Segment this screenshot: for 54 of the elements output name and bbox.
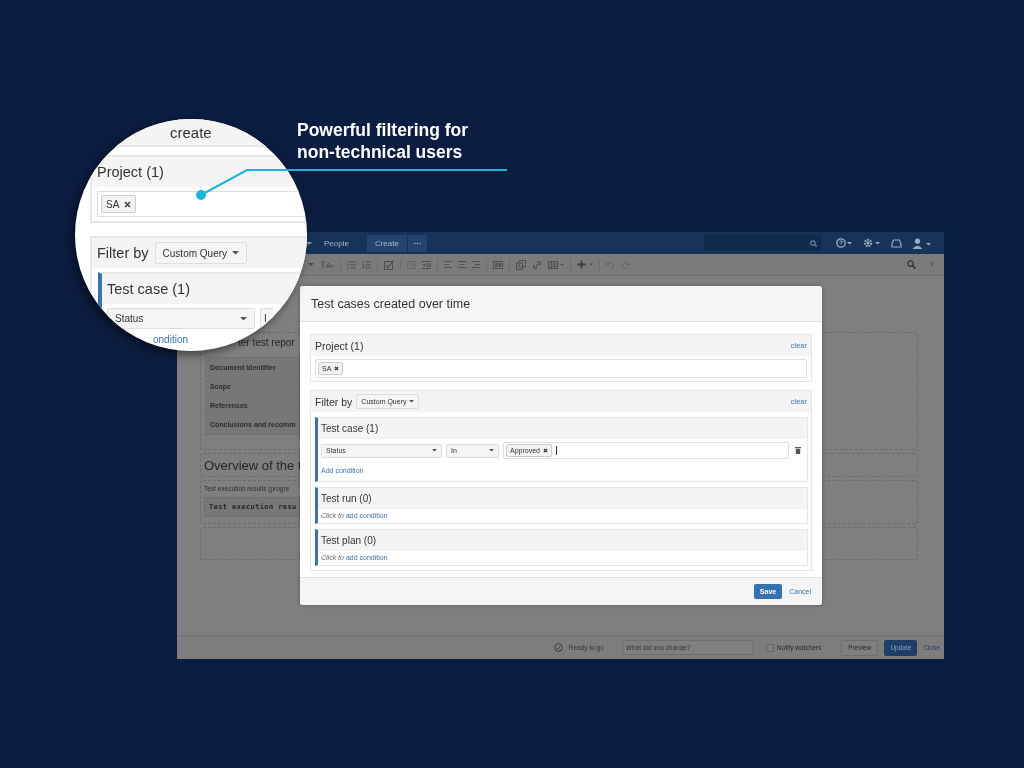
help-button[interactable]: ? bbox=[929, 260, 934, 269]
add-condition-link[interactable]: ondition bbox=[153, 334, 189, 345]
section-title: Project (1) bbox=[97, 164, 164, 180]
more-button[interactable] bbox=[406, 234, 427, 252]
group-title: Test case (1) bbox=[107, 281, 190, 297]
plus-icon[interactable] bbox=[577, 260, 593, 269]
caret-icon[interactable] bbox=[308, 262, 314, 267]
checkbox[interactable] bbox=[765, 643, 774, 652]
search-icon[interactable] bbox=[906, 260, 916, 269]
section-title: Project (1) bbox=[315, 339, 364, 352]
section-heading: ter test repor bbox=[238, 337, 295, 350]
section-title: Filter by bbox=[315, 395, 353, 408]
settings-icon[interactable] bbox=[863, 238, 881, 248]
group-title: Test run (0) bbox=[321, 493, 372, 504]
search-icon bbox=[810, 239, 817, 247]
link-icon[interactable] bbox=[532, 259, 542, 270]
align-center-icon[interactable] bbox=[458, 261, 466, 268]
copy-icon[interactable] bbox=[516, 259, 526, 270]
text-style-icon[interactable] bbox=[320, 260, 334, 269]
table-icon[interactable] bbox=[548, 260, 564, 269]
indent-icon[interactable] bbox=[422, 260, 431, 269]
layout-icon[interactable] bbox=[493, 260, 503, 269]
headline-text: Powerful filtering for non-technical users bbox=[297, 119, 470, 163]
help-icon[interactable] bbox=[836, 238, 853, 248]
checkbox-icon[interactable] bbox=[384, 259, 394, 270]
numbered-list-icon[interactable] bbox=[362, 260, 371, 269]
more-icon bbox=[413, 241, 421, 245]
dialog-title: create bbox=[170, 123, 212, 141]
caret-icon bbox=[306, 241, 312, 245]
caret-icon bbox=[240, 316, 247, 321]
caret-icon bbox=[409, 400, 415, 403]
remove-icon[interactable] bbox=[334, 366, 340, 371]
remove-icon[interactable] bbox=[542, 448, 548, 453]
align-right-icon[interactable] bbox=[472, 261, 480, 268]
check-circle-icon bbox=[553, 643, 563, 652]
dialog-title: Test cases created over time bbox=[311, 296, 471, 311]
search-field[interactable] bbox=[704, 235, 822, 251]
create-button[interactable]: Create bbox=[366, 234, 407, 252]
field-select[interactable]: Status bbox=[107, 308, 255, 329]
text-cursor bbox=[555, 446, 557, 455]
avatar-icon[interactable] bbox=[912, 237, 932, 249]
remove-icon[interactable] bbox=[124, 200, 132, 208]
caret-icon bbox=[489, 449, 494, 452]
query-dropdown[interactable]: Custom Query bbox=[154, 242, 248, 264]
tag-label: SA bbox=[106, 198, 120, 210]
project-field[interactable]: SA bbox=[97, 191, 307, 217]
section-title: Filter by bbox=[97, 245, 149, 261]
delete-icon[interactable] bbox=[795, 447, 801, 454]
nav-link[interactable]: People bbox=[324, 238, 349, 248]
inbox-icon[interactable] bbox=[891, 238, 902, 248]
caret-icon bbox=[432, 449, 437, 452]
align-left-icon[interactable] bbox=[444, 261, 452, 268]
group-title: Test case (1) bbox=[321, 423, 379, 434]
group-title: Test plan (0) bbox=[321, 535, 377, 546]
